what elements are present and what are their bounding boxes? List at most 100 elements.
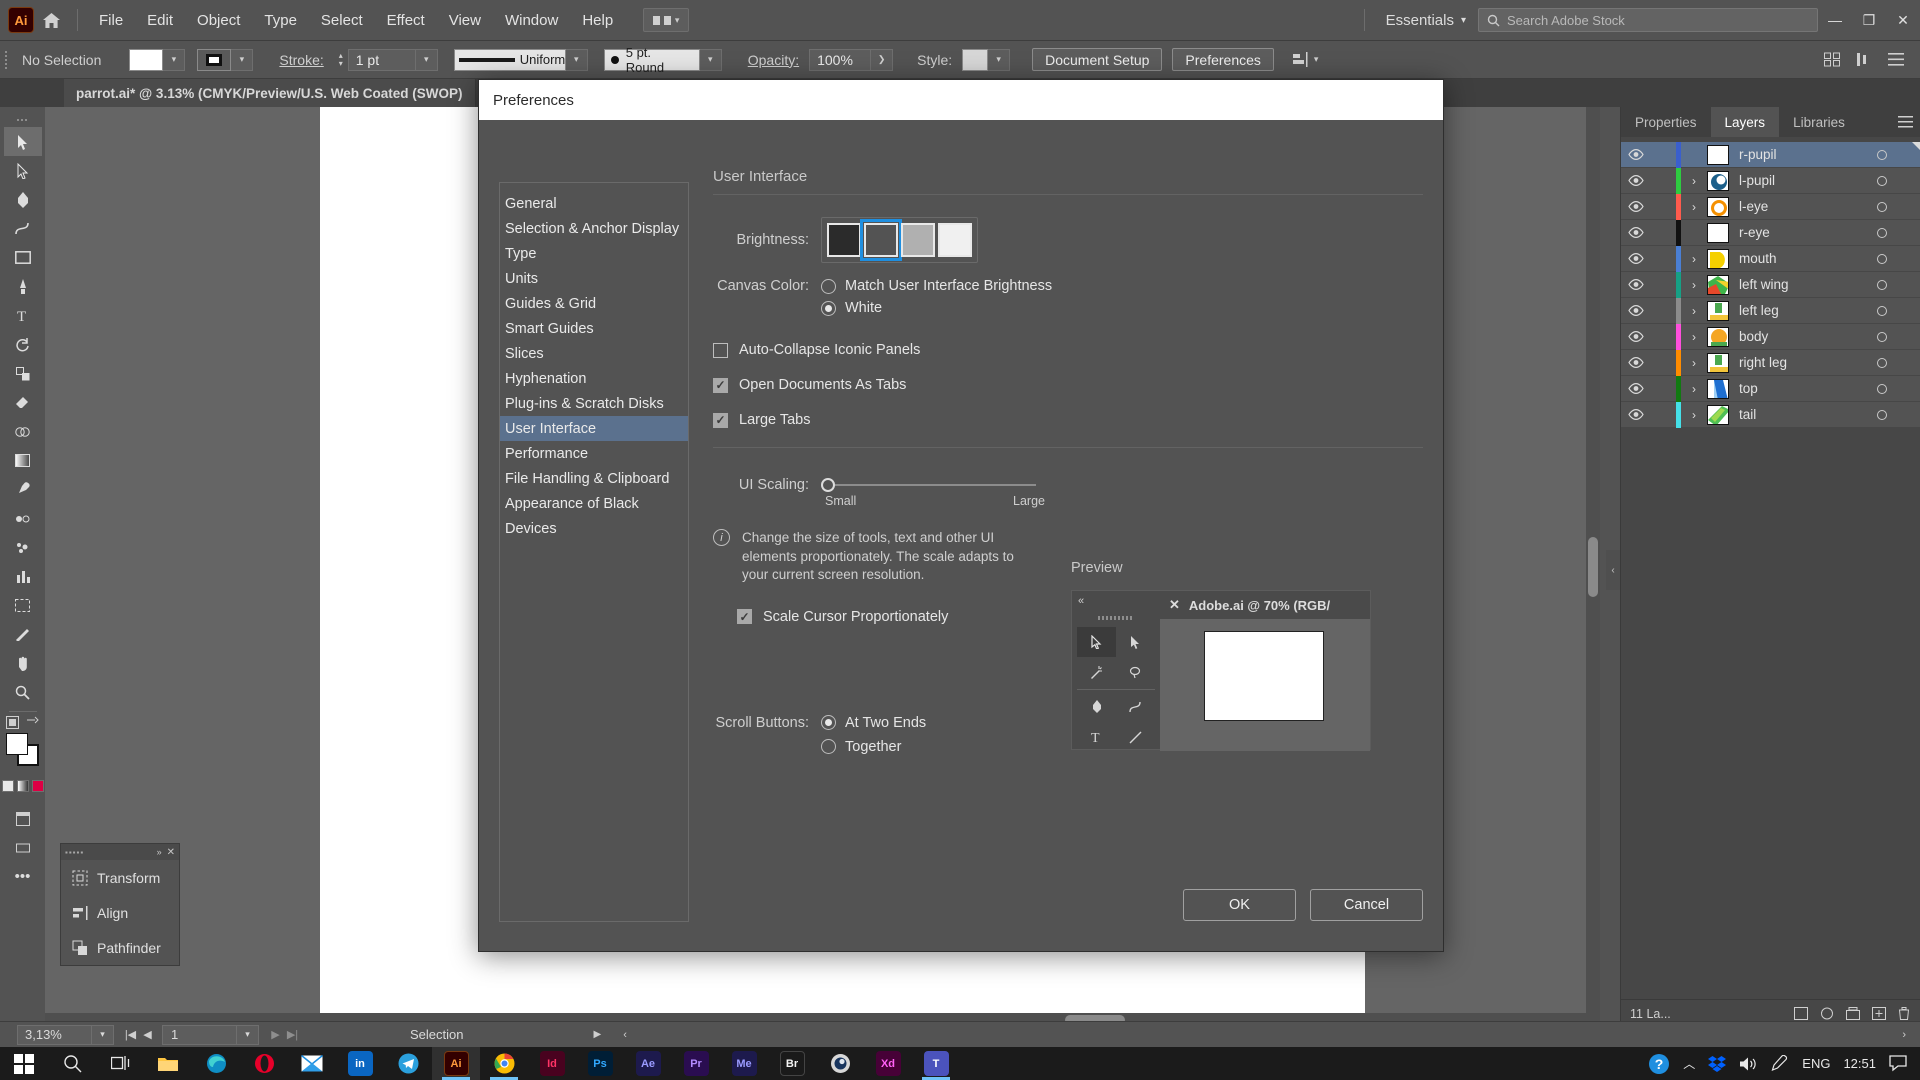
scroll-thumb[interactable]	[1588, 537, 1598, 597]
menu-view[interactable]: View	[437, 8, 493, 33]
preferences-button[interactable]: Preferences	[1172, 48, 1274, 71]
close-icon[interactable]: ✕	[167, 847, 175, 858]
panel-menu-icon[interactable]	[1882, 47, 1910, 73]
layer-target-indicator[interactable]	[1856, 175, 1908, 186]
workspace-switcher[interactable]: Essentials ▾	[1374, 12, 1478, 29]
layer-row[interactable]: › l-eye	[1621, 193, 1920, 220]
panel-item-align[interactable]: Align	[61, 895, 179, 930]
option-open-documents-as-tabs[interactable]: Open Documents As Tabs	[713, 377, 1423, 393]
paintbrush-tool[interactable]	[4, 272, 42, 301]
layer-target-indicator[interactable]	[1856, 201, 1908, 212]
layer-row[interactable]: › mouth	[1621, 245, 1920, 272]
layer-row[interactable]: › left wing	[1621, 271, 1920, 298]
layer-expand-chevron-right-icon[interactable]: ›	[1681, 382, 1707, 396]
minimize-button[interactable]: —	[1818, 0, 1852, 41]
fill-swatch[interactable]	[129, 48, 164, 71]
type-tool[interactable]: T	[4, 301, 42, 330]
layer-expand-chevron-right-icon[interactable]: ›	[1681, 278, 1707, 292]
layer-row[interactable]: › right leg	[1621, 349, 1920, 376]
close-button[interactable]: ✕	[1886, 0, 1920, 41]
photoshop-button[interactable]: Ps	[576, 1047, 624, 1080]
start-button[interactable]	[0, 1047, 48, 1080]
rotate-tool[interactable]	[4, 330, 42, 359]
taskbar-search-button[interactable]	[48, 1047, 96, 1080]
stroke-swatch[interactable]	[197, 48, 232, 71]
layer-visibility-eye-icon[interactable]	[1621, 409, 1651, 420]
pen-tool[interactable]	[4, 185, 42, 214]
curvature-tool[interactable]	[4, 214, 42, 243]
none-button[interactable]	[31, 780, 44, 792]
linkedin-button[interactable]: in	[336, 1047, 384, 1080]
category-performance[interactable]: Performance	[500, 441, 688, 466]
make-clipping-mask-icon[interactable]	[1820, 1007, 1834, 1020]
layer-visibility-eye-icon[interactable]	[1621, 201, 1651, 212]
xd-button[interactable]: Xd	[864, 1047, 912, 1080]
menu-window[interactable]: Window	[493, 8, 570, 33]
direct-selection-tool[interactable]	[4, 156, 42, 185]
category-general[interactable]: General	[500, 191, 688, 216]
notifications-icon[interactable]	[1889, 1055, 1908, 1072]
category-devices[interactable]: Devices	[500, 516, 688, 541]
layer-visibility-eye-icon[interactable]	[1621, 253, 1651, 264]
category-user-interface[interactable]: User Interface	[500, 416, 688, 441]
document-tab[interactable]: parrot.ai* @ 3.13% (CMYK/Preview/U.S. We…	[64, 79, 476, 107]
eyedropper-tool[interactable]	[4, 475, 42, 504]
brightness-swatch-0[interactable]	[827, 223, 861, 257]
layer-row[interactable]: › body	[1621, 323, 1920, 350]
align-chevron-down-icon[interactable]: ▾	[1314, 54, 1319, 65]
layer-expand-chevron-right-icon[interactable]: ›	[1681, 356, 1707, 370]
brightness-swatch-2[interactable]	[901, 223, 935, 257]
zoom-chevron-down-icon[interactable]: ▾	[92, 1024, 114, 1045]
telegram-button[interactable]	[384, 1047, 432, 1080]
radio-together[interactable]	[821, 739, 836, 755]
opera-button[interactable]	[240, 1047, 288, 1080]
panel-collapse-handle[interactable]: ‹	[1606, 550, 1620, 590]
brightness-swatch-3[interactable]	[938, 223, 972, 257]
panel-item-transform[interactable]: Transform	[61, 860, 179, 895]
last-artboard-icon[interactable]: ▶|	[285, 1028, 300, 1041]
edit-toolbar-tool[interactable]	[4, 833, 42, 862]
opacity-input[interactable]: 100%	[809, 48, 872, 71]
zoom-level-input[interactable]: 3,13%	[17, 1024, 92, 1045]
layer-expand-chevron-right-icon[interactable]: ›	[1681, 252, 1707, 266]
fill-chevron-down-icon[interactable]: ▾	[163, 48, 186, 71]
slice-tool[interactable]	[4, 620, 42, 649]
rectangle-tool[interactable]	[4, 243, 42, 272]
canvas-color-option-white[interactable]: White	[821, 300, 882, 316]
tab-layers[interactable]: Layers	[1710, 107, 1780, 137]
opacity-label[interactable]: Opacity:	[738, 52, 809, 68]
status-next-icon[interactable]: ›	[1902, 1029, 1906, 1041]
teams-button[interactable]: T	[912, 1047, 960, 1080]
style-chevron-down-icon[interactable]: ▾	[988, 48, 1011, 71]
cinema4d-button[interactable]	[816, 1047, 864, 1080]
gradient-button[interactable]	[16, 780, 29, 792]
stroke-color-control[interactable]: ▾	[197, 48, 254, 71]
menu-select[interactable]: Select	[309, 8, 375, 33]
category-appearance-of-black[interactable]: Appearance of Black	[500, 491, 688, 516]
category-selection-anchor-display[interactable]: Selection & Anchor Display	[500, 216, 688, 241]
category-plug-ins-scratch-disks[interactable]: Plug-ins & Scratch Disks	[500, 391, 688, 416]
gradient-tool[interactable]	[4, 446, 42, 475]
brightness-swatch-1[interactable]	[860, 219, 902, 261]
control-bar-grip[interactable]	[0, 41, 12, 79]
aftereffects-button[interactable]: Ae	[624, 1047, 672, 1080]
layer-target-indicator[interactable]	[1856, 383, 1908, 394]
arrange-documents-button[interactable]: ▾	[643, 8, 690, 32]
next-artboard-icon[interactable]: ▶	[268, 1028, 283, 1041]
layer-target-indicator[interactable]	[1856, 253, 1908, 264]
stroke-weight-label[interactable]: Stroke:	[269, 52, 333, 68]
delete-layer-icon[interactable]	[1898, 1007, 1910, 1020]
help-icon[interactable]: ?	[1648, 1053, 1670, 1075]
category-smart-guides[interactable]: Smart Guides	[500, 316, 688, 341]
eraser-tool[interactable]	[4, 388, 42, 417]
scroll-option-together[interactable]: Together	[821, 739, 901, 755]
category-type[interactable]: Type	[500, 241, 688, 266]
brush-definition-select[interactable]: 5 pt. Round	[603, 45, 700, 75]
layer-visibility-eye-icon[interactable]	[1621, 383, 1651, 394]
status-flyout-icon[interactable]: ▶	[593, 1029, 601, 1040]
fill-color-box[interactable]	[5, 733, 28, 755]
more-tools-icon[interactable]: •••	[4, 862, 42, 891]
layer-target-indicator[interactable]	[1856, 305, 1908, 316]
layer-expand-chevron-right-icon[interactable]: ›	[1681, 200, 1707, 214]
stroke-weight-input[interactable]: 1 pt	[347, 48, 416, 71]
